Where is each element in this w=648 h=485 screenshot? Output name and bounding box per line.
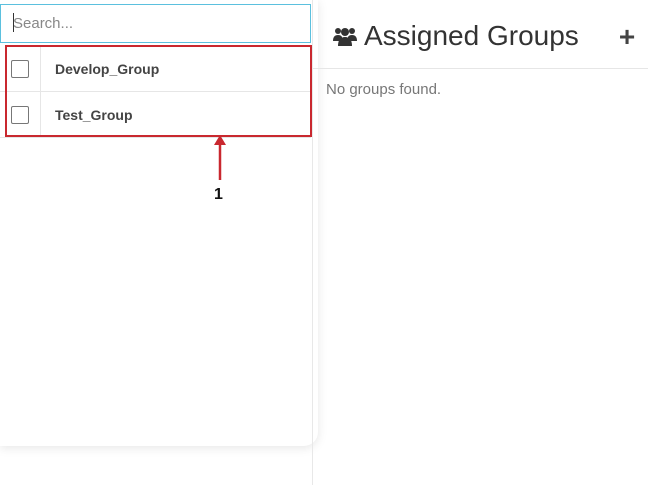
panel-header: Assigned Groups + <box>313 0 648 69</box>
assigned-groups-panel: Assigned Groups + No groups found. <box>312 0 648 485</box>
text-cursor <box>13 13 14 32</box>
panel-title: Assigned Groups <box>364 20 579 51</box>
search-input[interactable] <box>0 4 311 43</box>
highlight-box <box>5 45 312 137</box>
add-group-button[interactable]: + <box>614 22 640 52</box>
users-icon <box>333 28 357 46</box>
annotation-number: 1 <box>214 186 223 203</box>
empty-message: No groups found. <box>326 81 442 98</box>
annotation-arrow-icon <box>214 135 226 180</box>
